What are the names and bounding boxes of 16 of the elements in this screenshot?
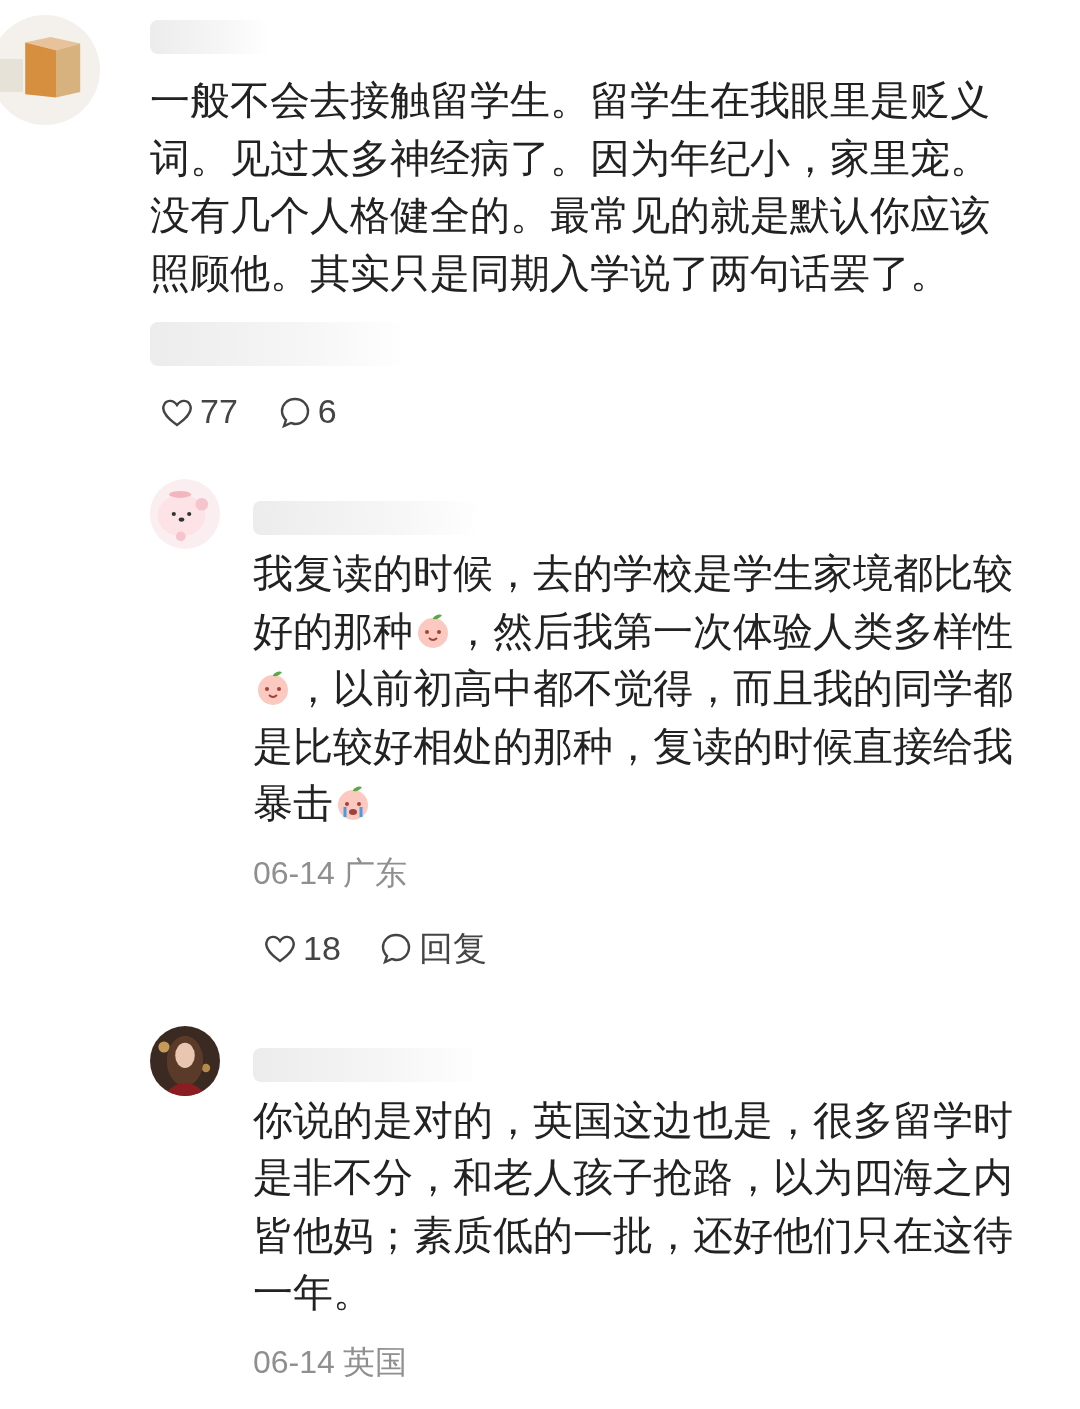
like-button[interactable]: 18 (263, 922, 341, 974)
comment-text: 你说的是对的，英国这边也是，很多留学时是非不分，和老人孩子抢路，以为四海之内皆他妈；素质低的一批，还好他们只在这待一年。 (253, 1097, 1013, 1314)
comment-date: 06-14 (253, 1342, 335, 1382)
comment-text: 是比较好相处的那种，复读的时候直接给我 (253, 722, 1013, 770)
comment-text: ，以前初高中都不觉得，而且我的同学都 (293, 665, 1013, 712)
comment-date: 06-14 (253, 853, 335, 893)
comment-text: 暴击 (253, 780, 333, 827)
reply-button[interactable]: 回复 (378, 922, 487, 974)
comment-location: 英国 (342, 1342, 407, 1382)
comment-text: 我复读的时候，去的学校是学生家境都比较 (253, 550, 1013, 597)
comment-text: 好的那种 (253, 607, 413, 655)
comment-location: 广东 (342, 853, 407, 893)
comment-text: ，然后我第一次体验人类多样性 (453, 607, 1013, 655)
like-button[interactable]: 77 (160, 386, 238, 437)
reply-button[interactable]: 6 (277, 386, 337, 437)
comment-text: 一般不会去接触留学生。留学生在我眼里是贬义词。见过太多神经病了。因为年纪小，家里宠。没有几个人格健全的。最常见的就是默认你应该照顾他。其实只是同期入学说了两句话罢了。 (150, 78, 990, 295)
